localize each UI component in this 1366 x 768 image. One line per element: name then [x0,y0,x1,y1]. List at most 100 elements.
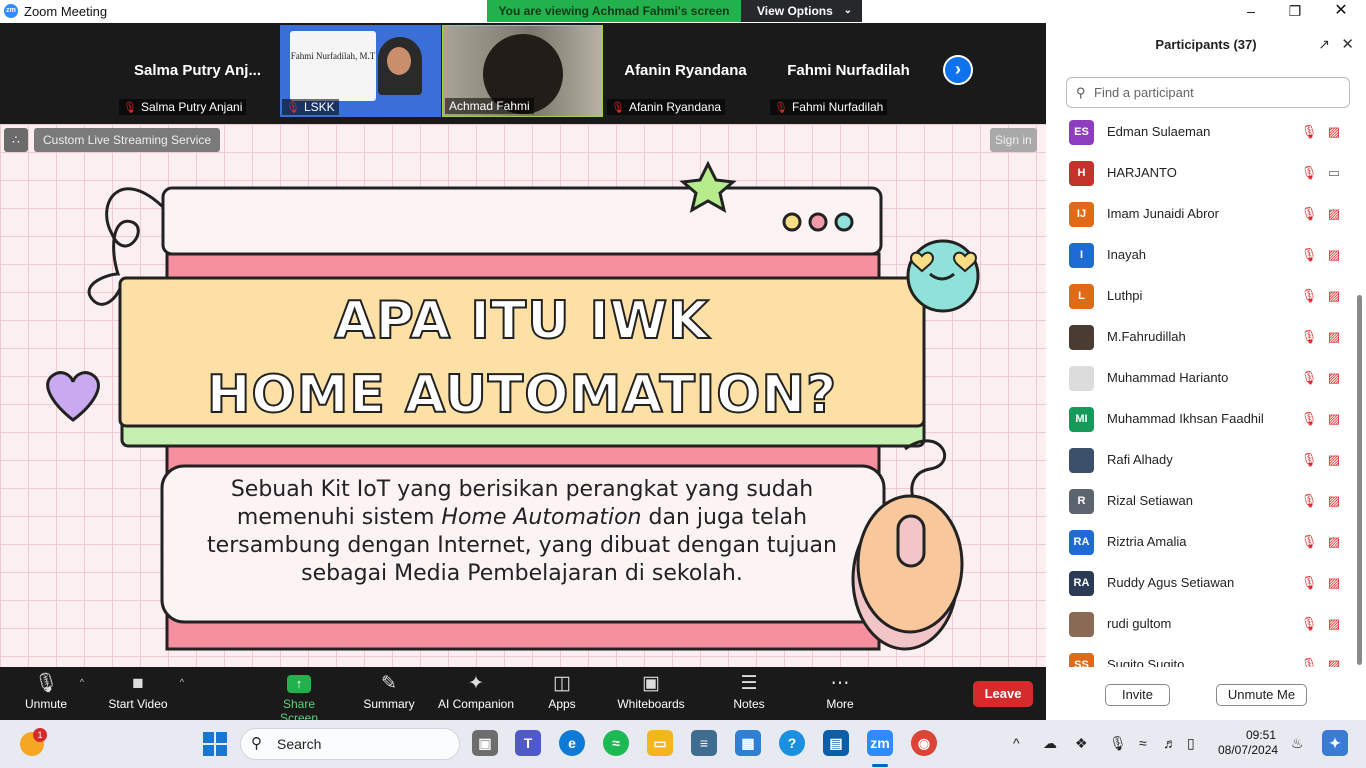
participant-row[interactable]: SS Sugito Sugito 🎙 ▨ [1046,645,1358,667]
video-tile[interactable]: Salma Putry Anj... 🎙 Salma Putry Anjani [117,25,278,117]
participant-name: Muhammad Harianto [1107,370,1229,385]
muted-mic-icon: 🎙 [1300,452,1318,467]
more-dots-icon: ⋯ [830,673,850,694]
task-view-icon[interactable]: ▣ [472,730,498,756]
participant-row[interactable]: L Luthpi 🎙 ▨ [1046,276,1358,317]
clock-time: 09:51 [1245,728,1276,742]
muted-mic-icon: 🎙 [774,102,788,114]
chevron-up-icon[interactable]: ^ [80,677,84,687]
restore-icon[interactable]: ❐ [1280,2,1310,20]
next-page-button[interactable]: › [943,55,973,85]
chevron-up-icon[interactable]: ^ [180,677,184,687]
taskbar-clock[interactable]: 09:51 08/07/2024 [1218,728,1278,758]
active-app-indicator [872,764,888,767]
muted-mic-icon: 🎙 [1300,534,1318,549]
video-off-icon: ▨ [1327,493,1341,508]
video-tile[interactable]: Afanin Ryandana 🎙 Afanin Ryandana [605,25,766,117]
window-bar [161,186,883,256]
slide-body-italic: Home Automation [441,505,642,530]
edge-icon[interactable]: e [559,730,585,756]
avatar: H [1069,161,1094,186]
whiteboard-icon: ▣ [642,673,660,694]
video-tile[interactable]: Fahmi Nurfadilah, M.T 🎙 LSKK [280,25,441,117]
minimize-icon[interactable]: – [1236,2,1266,20]
start-video-button[interactable]: ■ Start Video ^ [108,671,184,717]
tile-name-tag: 🎙 Afanin Ryandana [607,99,726,115]
summary-button[interactable]: ✎ Summary [362,671,416,717]
summary-label: Summary [363,697,415,711]
pop-out-icon[interactable]: ↗ [1318,36,1330,53]
file-explorer-icon[interactable]: ▭ [647,730,673,756]
unmute-me-button[interactable]: Unmute Me [1216,684,1307,706]
reader-app-icon[interactable]: ▤ [823,730,849,756]
show-hidden-icons-icon[interactable]: ^ [1013,735,1020,751]
cloud-sync-icon[interactable]: ☁ [1043,735,1057,752]
share-screen-button[interactable]: ↑ Share Screen [264,671,334,725]
avatar [1069,325,1094,350]
close-panel-icon[interactable]: ✕ [1341,35,1354,53]
participant-name: Riztria Amalia [1107,534,1187,549]
live-stream-indicator[interactable]: ∴ Custom Live Streaming Service [4,128,221,152]
unmute-button[interactable]: 🎙 Unmute ^ [24,671,84,717]
participant-row[interactable]: IJ Imam Junaidi Abror 🎙 ▨ [1046,194,1358,235]
participant-list-scrollbar[interactable] [1357,295,1362,665]
notes-button[interactable]: ☰ Notes [732,671,766,717]
windows-start-icon[interactable] [203,732,227,756]
spotify-icon[interactable]: ≈ [603,730,629,756]
chrome-icon[interactable]: ◉ [911,730,937,756]
tile-name-tag: 🎙 LSKK [282,99,339,115]
wifi-icon[interactable]: ≈ [1139,735,1147,751]
copilot-icon[interactable]: ✦ [1322,730,1348,756]
dropbox-icon[interactable]: ❖ [1075,735,1088,752]
view-options-label: View Options [757,4,833,18]
participant-row[interactable]: RA Ruddy Agus Setiawan 🎙 ▨ [1046,563,1358,604]
ai-sparkle-icon: ✦ [468,673,484,694]
participant-row[interactable]: RA Riztria Amalia 🎙 ▨ [1046,522,1358,563]
sign-in-button[interactable]: Sign in [990,128,1037,152]
zoom-taskbar-icon[interactable]: zm [867,730,893,756]
microsoft-store-icon[interactable]: ▦ [735,730,761,756]
view-options-button[interactable]: View Options ⌄ [741,0,862,22]
video-tile[interactable]: Fahmi Nurfadilah 🎙 Fahmi Nurfadilah [768,25,929,117]
whiteboards-button[interactable]: ▣ Whiteboards [616,671,686,717]
avatar [1069,366,1094,391]
participant-row[interactable]: R Rizal Setiawan 🎙 ▨ [1046,481,1358,522]
participant-row[interactable]: I Inayah 🎙 ▨ [1046,235,1358,276]
microphone-icon[interactable]: 🎙 [1109,735,1127,752]
apps-button[interactable]: ◫ Apps [546,671,578,717]
participant-row[interactable]: Rafi Alhady 🎙 ▨ [1046,440,1358,481]
participant-row[interactable]: ES Edman Sulaeman 🎙 ▨ [1046,112,1358,153]
taskbar-search-box[interactable]: ⚲ Search [240,728,460,760]
windows-taskbar: 1 ⚲ Search ▣ T e ≈ ▭ ≡ ▦ ? ▤ zm ◉ ^ ☁ ❖ … [0,720,1366,768]
participant-name: Rafi Alhady [1107,452,1173,467]
participant-row[interactable]: Muhammad Harianto 🎙 ▨ [1046,358,1358,399]
battery-icon[interactable]: ▯ [1187,735,1195,752]
video-off-icon: ▨ [1327,247,1341,262]
invite-button[interactable]: Invite [1105,684,1170,706]
video-off-icon: ▨ [1327,411,1341,426]
participant-row[interactable]: rudi gultom 🎙 ▨ [1046,604,1358,645]
video-tile-active-speaker[interactable]: Achmad Fahmi [442,25,603,117]
notes-icon: ☰ [740,673,758,694]
teams-icon[interactable]: T [515,730,541,756]
participant-row[interactable]: M.Fahrudillah 🎙 ▨ [1046,317,1358,358]
close-icon[interactable]: ✕ [1326,2,1356,20]
leave-button[interactable]: Leave [973,681,1033,707]
tile-display-name: Fahmi Nurfadilah [787,62,910,79]
participant-row[interactable]: MI Muhammad Ikhsan Faadhil 🎙 ▨ [1046,399,1358,440]
more-button[interactable]: ⋯ More [824,671,856,717]
participant-name: Sugito Sugito [1107,657,1185,667]
ai-companion-button[interactable]: ✦ AI Companion [436,671,516,717]
muted-mic-icon: 🎙 [1300,616,1318,631]
participant-name: Inayah [1107,247,1147,262]
window-title: Zoom Meeting [24,4,108,19]
volume-icon[interactable]: ♬ [1163,735,1177,751]
tile-label: Salma Putry Anjani [140,100,243,114]
search-icon: ⚲ [251,735,262,752]
get-help-icon[interactable]: ? [779,730,805,756]
participant-search-input[interactable]: ⚲ Find a participant [1066,77,1350,108]
calculator-icon[interactable]: ≡ [691,730,717,756]
participant-row[interactable]: H HARJANTO 🎙 ▭ [1046,153,1358,194]
notifications-bell-icon[interactable]: ♨ [1291,735,1304,752]
meeting-toolbar: 🎙 Unmute ^ ■ Start Video ^ ↑ Share Scree… [0,667,1046,725]
